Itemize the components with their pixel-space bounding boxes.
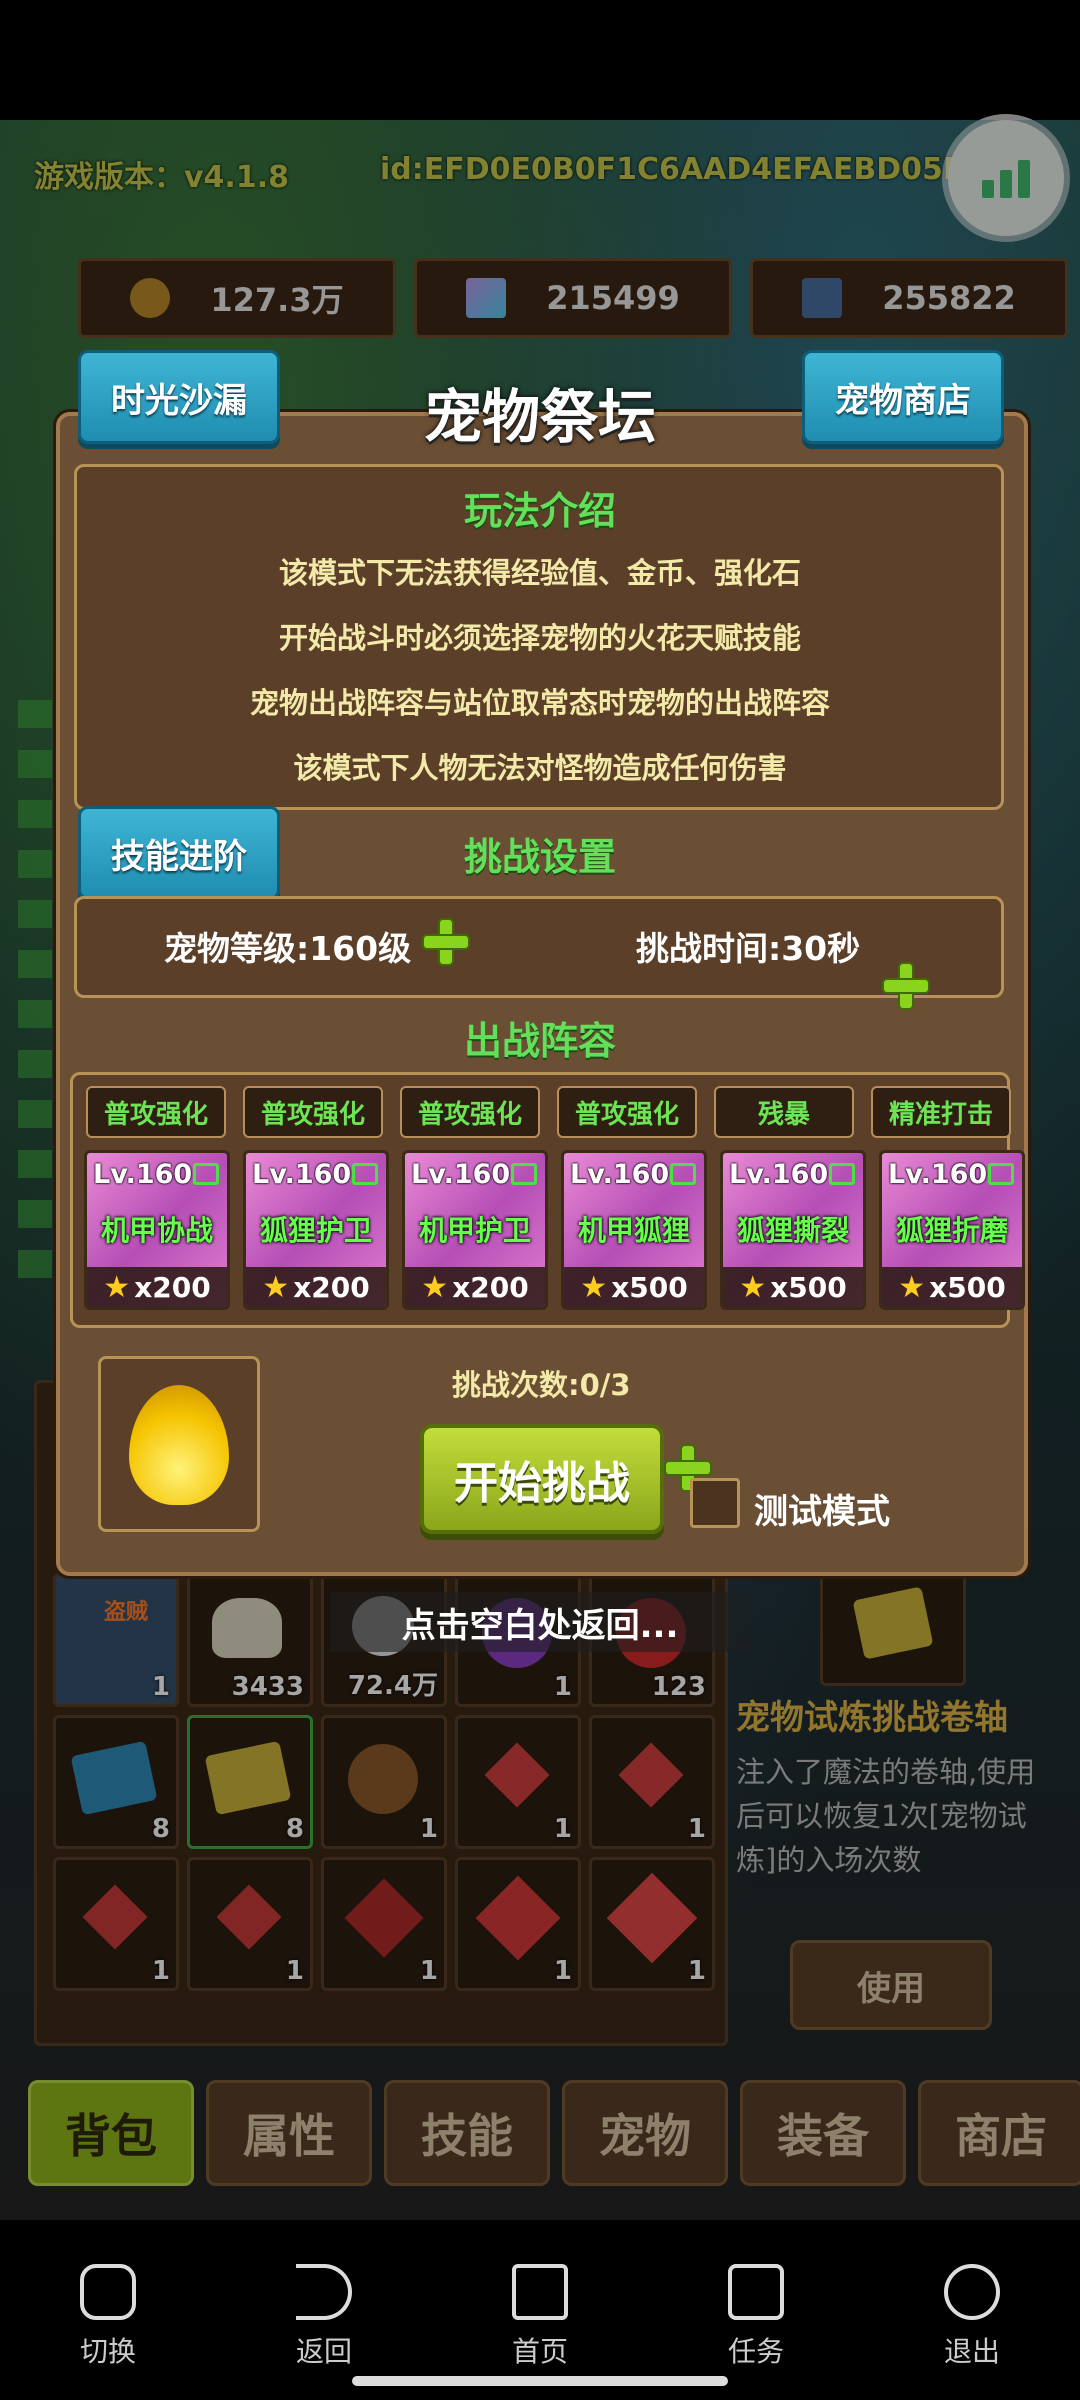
nav-tasks[interactable]: 任务 [696,2264,816,2370]
test-mode-checkbox[interactable] [690,1478,740,1528]
dialog-title: 宠物祭坛 [423,383,656,451]
pet-count: ★ x500 [564,1267,704,1307]
pet-card[interactable]: Lv.160 机甲协战 ★ x200 [84,1150,230,1310]
lineup-heading: 出战阵容 [463,1019,616,1063]
pet-level-label: 宠物等级:160级 [164,929,412,968]
lineup-skill-label[interactable]: 精准打击 [871,1086,1011,1138]
pet-card[interactable]: Lv.160 机甲狐狸 ★ x500 [561,1150,707,1310]
intro-line: 该模式下无法获得经验值、金币、强化石 [278,556,801,590]
pet-name: 机甲协战 [100,1214,213,1247]
lock-icon [511,1163,537,1185]
lineup-skill-label[interactable]: 残暴 [714,1086,854,1138]
challenge-time-label: 挑战时间:30秒 [636,929,861,968]
pet-level: Lv.160 [570,1159,670,1190]
tap-to-return-hint: 点击空白处返回... [330,1592,750,1652]
lock-icon [193,1163,219,1185]
pet-count: ★ x500 [882,1267,1022,1307]
start-challenge-button[interactable]: 开始挑战 [420,1424,664,1534]
exit-icon [944,2264,1000,2320]
challenge-settings-heading: 挑战设置 [463,835,616,879]
spark-flame-icon [129,1385,229,1505]
spark-talent-slot[interactable] [98,1356,260,1532]
star-icon: ★ [421,1269,449,1305]
star-icon: ★ [898,1269,926,1305]
intro-line: 开始战斗时必须选择宠物的火花天赋技能 [278,621,801,655]
star-icon: ★ [580,1269,608,1305]
pet-card[interactable]: Lv.160 狐狸护卫 ★ x200 [243,1150,389,1310]
pet-name: 狐狸撕裂 [736,1214,849,1247]
pet-card[interactable]: Lv.160 狐狸撕裂 ★ x500 [720,1150,866,1310]
intro-line: 宠物出战阵容与站位取常态时宠物的出战阵容 [249,686,830,720]
lock-icon [352,1163,378,1185]
star-icon: ★ [262,1269,290,1305]
lineup-skill-label[interactable]: 普攻强化 [557,1086,697,1138]
lineup-skills-row: 普攻强化 普攻强化 普攻强化 普攻强化 残暴 精准打击 [86,1086,1011,1138]
nav-back[interactable]: 返回 [264,2264,384,2370]
pet-level: Lv.160 [411,1159,511,1190]
pet-level: Lv.160 [729,1159,829,1190]
tasks-icon [728,2264,784,2320]
pet-name: 机甲狐狸 [577,1214,690,1247]
pet-name: 狐狸折磨 [895,1214,1008,1247]
lineup-cards-row: Lv.160 机甲协战 ★ x200 Lv.160 狐狸护卫 ★ x200 Lv.1… [84,1150,1025,1310]
pet-level-plus-icon[interactable] [424,920,468,964]
lineup-skill-label[interactable]: 普攻强化 [243,1086,383,1138]
lock-icon [670,1163,696,1185]
nav-switch[interactable]: 切换 [48,2264,168,2370]
nav-exit[interactable]: 退出 [912,2264,1032,2370]
challenge-count-label: 挑战次数:0/3 [452,1368,631,1402]
pet-name: 机甲护卫 [418,1214,531,1247]
pet-level: Lv.160 [888,1159,988,1190]
test-mode-label: 测试模式 [754,1492,890,1532]
pet-card[interactable]: Lv.160 狐狸折磨 ★ x500 [879,1150,1025,1310]
nav-home[interactable]: 首页 [480,2264,600,2370]
pet-card[interactable]: Lv.160 机甲护卫 ★ x200 [402,1150,548,1310]
lock-icon [988,1163,1014,1185]
back-icon [296,2264,352,2320]
lineup-skill-label[interactable]: 普攻强化 [400,1086,540,1138]
system-navigation-bar: 切换 返回 首页 任务 退出 [0,2220,1080,2400]
pet-count: ★ x200 [87,1267,227,1307]
lock-icon [829,1163,855,1185]
pet-name: 狐狸护卫 [259,1214,372,1247]
pet-count: ★ x200 [405,1267,545,1307]
home-indicator[interactable] [352,2376,728,2386]
pet-count: ★ x500 [723,1267,863,1307]
intro-line: 该模式下人物无法对怪物造成任何伤害 [293,751,787,785]
star-icon: ★ [103,1269,131,1305]
star-icon: ★ [739,1269,767,1305]
home-icon [512,2264,568,2320]
switch-icon [80,2264,136,2320]
pet-count: ★ x200 [246,1267,386,1307]
challenge-time-plus-icon[interactable] [884,964,928,1008]
pet-level: Lv.160 [93,1159,193,1190]
lineup-skill-label[interactable]: 普攻强化 [86,1086,226,1138]
pet-level: Lv.160 [252,1159,352,1190]
intro-heading: 玩法介绍 [463,489,616,533]
